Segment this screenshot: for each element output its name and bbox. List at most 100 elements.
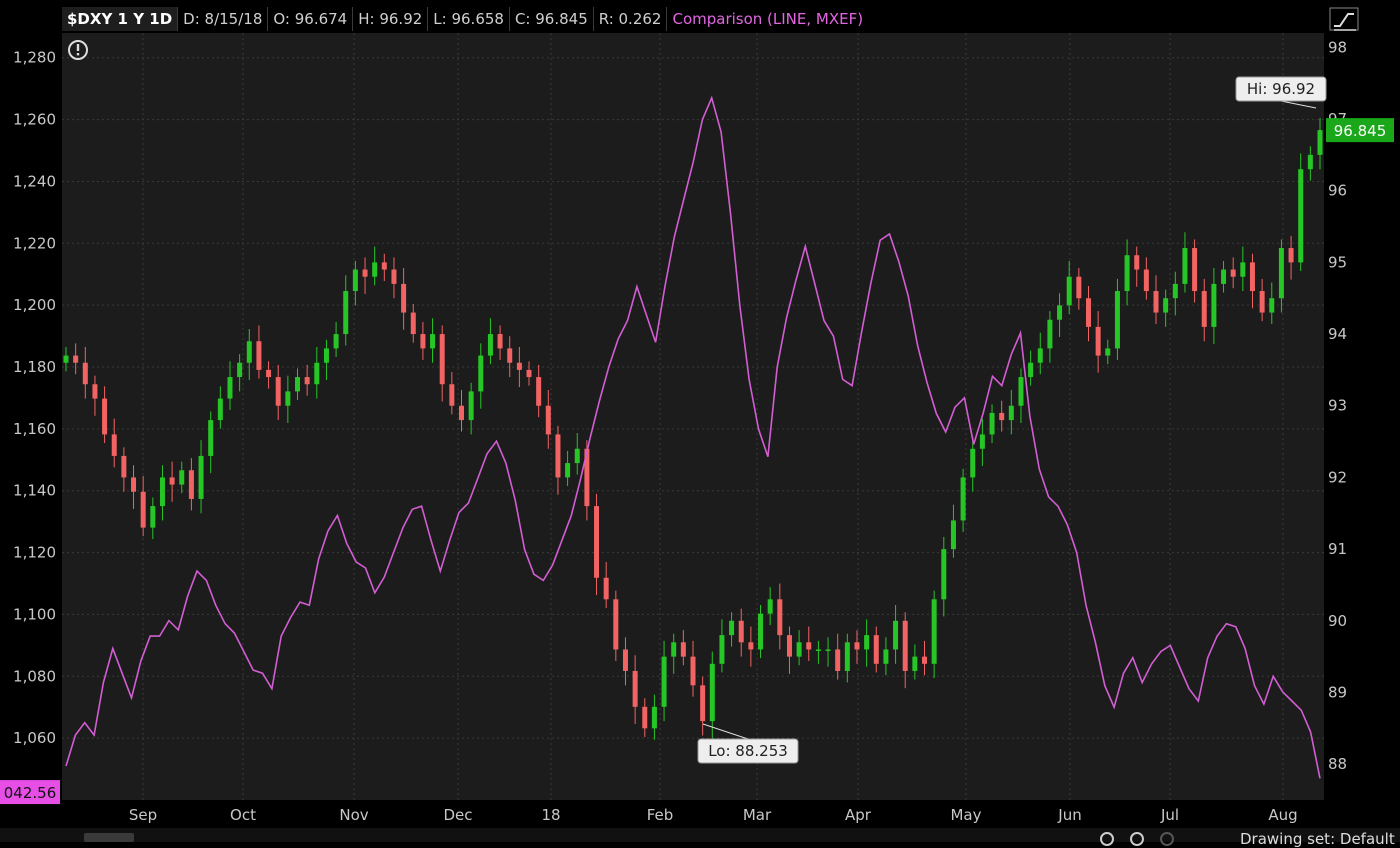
candle-body <box>401 283 407 313</box>
candle-body <box>864 635 870 650</box>
candle-body <box>121 455 127 478</box>
left-tick-label: 1,180 <box>13 358 56 376</box>
candle-body <box>748 642 754 650</box>
candle-body <box>902 620 908 671</box>
x-tick-label: Oct <box>230 806 256 824</box>
candle-body <box>1163 298 1169 313</box>
candle-body <box>777 599 783 636</box>
reset-icon[interactable] <box>1160 832 1174 846</box>
zoom-out-icon[interactable] <box>1100 832 1114 846</box>
candle-body <box>555 434 561 478</box>
x-tick-label: Nov <box>339 806 368 824</box>
candle-body <box>806 642 812 650</box>
candle-body <box>642 706 648 729</box>
x-tick-label: Mar <box>743 806 772 824</box>
price-chart[interactable]: 1,060 1,080 1,100 1,120 1,140 1,160 1,180 1,200… <box>0 0 1400 842</box>
candle-body <box>73 355 79 363</box>
drawing-set-label[interactable]: Drawing set: Default <box>1240 830 1395 848</box>
candle-body <box>516 362 522 370</box>
candle-body <box>1249 262 1255 292</box>
candle-body <box>594 506 600 578</box>
right-tick-label: 89 <box>1328 683 1347 701</box>
candle-body <box>844 642 850 671</box>
candle-body <box>439 334 445 385</box>
candle-body <box>815 649 821 651</box>
candle-body <box>1008 405 1014 421</box>
candle-body <box>1278 248 1284 299</box>
candle-body <box>169 477 175 485</box>
x-tick-label: Apr <box>845 806 872 824</box>
candle-body <box>266 369 272 378</box>
candle-body <box>796 642 802 657</box>
high-label-badge-text: Hi: 96.92 <box>1247 80 1315 98</box>
candle-body <box>179 470 185 485</box>
chart-window: $DXY 1 Y 1D D: 8/15/18 O: 96.674 H: 96.9… <box>0 0 1400 848</box>
x-tick-label: Aug <box>1268 806 1297 824</box>
candle-body <box>1018 377 1024 406</box>
candle-body <box>131 477 137 492</box>
bottom-toolbar <box>0 828 1400 842</box>
left-tick-label: 1,260 <box>13 111 56 129</box>
x-tick-label: 18 <box>541 806 560 824</box>
candle-body <box>256 341 262 370</box>
x-tick-label: Jun <box>1057 806 1081 824</box>
candle-body <box>246 341 252 363</box>
candle-body <box>227 377 233 399</box>
candle-body <box>449 384 455 406</box>
candle-body <box>217 398 223 421</box>
candle-body <box>603 577 609 600</box>
x-axis: Sep Oct Nov Dec 18 Feb Mar Apr May Jun Jul Aug <box>129 806 1298 824</box>
candle-body <box>381 262 387 270</box>
candle-body <box>92 384 98 399</box>
candle-body <box>1172 283 1178 299</box>
candle-body <box>314 362 320 385</box>
x-tick-label: Jul <box>1160 806 1179 824</box>
candle-body <box>825 649 831 651</box>
right-axis: 8889909192939495969798 <box>1328 38 1347 773</box>
candle-body <box>1076 276 1082 299</box>
candle-body <box>700 685 706 722</box>
last-price-text: 96.845 <box>1334 122 1387 140</box>
zoom-in-icon[interactable] <box>1130 832 1144 846</box>
candle-body <box>362 269 368 277</box>
candle-body <box>111 434 117 456</box>
candle-body <box>989 412 995 435</box>
left-tick-label: 1,140 <box>13 482 56 500</box>
x-tick-label: Sep <box>129 806 157 824</box>
right-tick-label: 90 <box>1328 612 1347 630</box>
candle-body <box>1211 283 1217 327</box>
right-tick-label: 98 <box>1328 38 1347 56</box>
candle-body <box>1201 291 1207 327</box>
candle-body <box>893 620 899 650</box>
candle-body <box>661 656 667 707</box>
candle-body <box>536 377 542 406</box>
candle-body <box>343 291 349 335</box>
candle-body <box>1230 269 1236 277</box>
left-tick-label: 1,100 <box>13 605 56 623</box>
candle-body <box>1057 305 1063 320</box>
candle-body <box>970 448 976 478</box>
candle-body <box>1105 348 1111 356</box>
candle-body <box>950 520 956 550</box>
candle-body <box>758 613 764 650</box>
last-price-badge: 96.845 <box>1326 118 1394 143</box>
candle-body <box>333 334 339 349</box>
candle-body <box>1114 291 1120 349</box>
candle-body <box>883 649 889 664</box>
right-tick-label: 88 <box>1328 755 1347 773</box>
chart-style-icon[interactable] <box>1329 7 1359 31</box>
timeline-scrollbar[interactable] <box>84 833 134 842</box>
candle-body <box>613 599 619 650</box>
candle-body <box>854 642 860 650</box>
candle-body <box>1066 276 1072 306</box>
candle-body <box>941 549 947 600</box>
candle-body <box>767 599 773 614</box>
comparison-price-badge: 042.56 <box>0 780 60 805</box>
candle-body <box>786 635 792 657</box>
candle-body <box>1037 348 1043 363</box>
candle-body <box>1307 154 1313 170</box>
candle-body <box>82 362 88 385</box>
candle-body <box>285 391 291 406</box>
candle-body <box>487 334 493 356</box>
candle-body <box>372 262 378 277</box>
